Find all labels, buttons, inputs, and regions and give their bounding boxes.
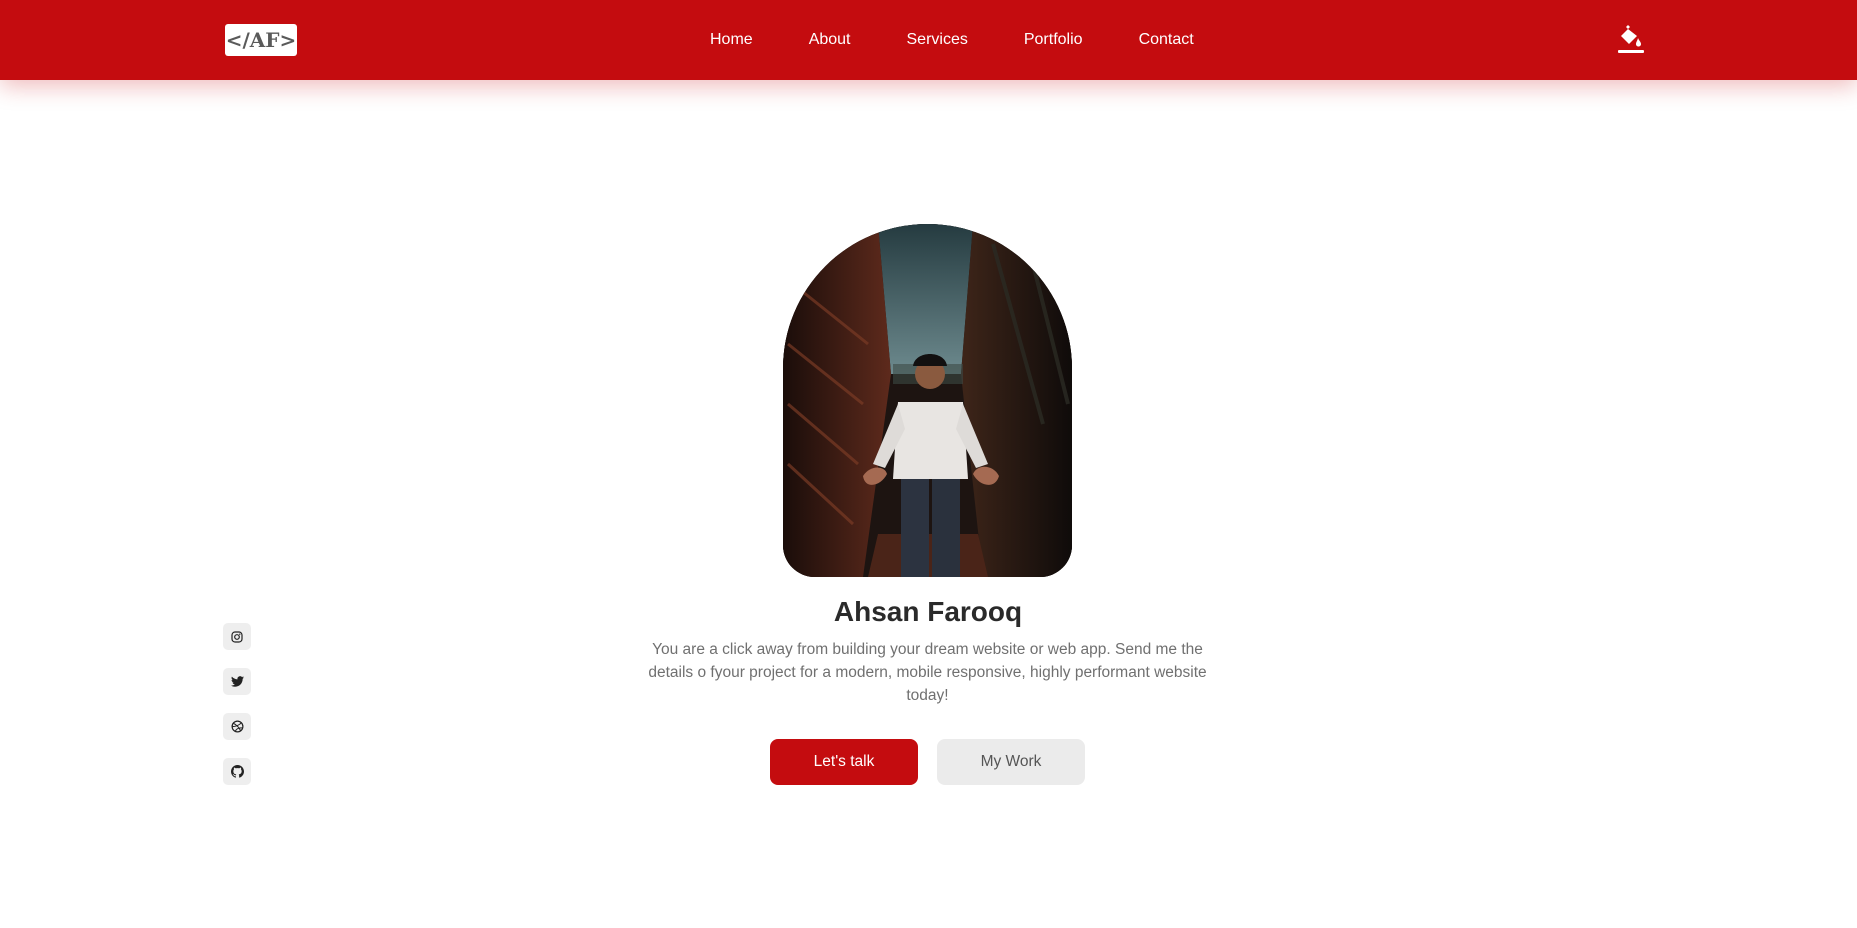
paint-bucket-icon bbox=[1618, 25, 1644, 53]
theme-toggle-button[interactable] bbox=[1616, 24, 1646, 56]
nav-link-contact[interactable]: Contact bbox=[1139, 31, 1194, 49]
nav-link-portfolio[interactable]: Portfolio bbox=[1024, 31, 1083, 49]
profile-photo-image bbox=[783, 224, 1072, 577]
hero-description: You are a click away from building your … bbox=[648, 641, 1207, 704]
my-work-button[interactable]: My Work bbox=[937, 739, 1085, 785]
instagram-icon bbox=[231, 630, 243, 643]
github-icon bbox=[230, 765, 244, 778]
twitter-icon bbox=[230, 676, 244, 687]
github-link[interactable] bbox=[223, 758, 251, 785]
lets-talk-button[interactable]: Let's talk bbox=[770, 739, 918, 785]
twitter-link[interactable] bbox=[223, 668, 251, 695]
profile-photo bbox=[783, 224, 1072, 577]
instagram-link[interactable] bbox=[223, 623, 251, 650]
nav-link-home[interactable]: Home bbox=[710, 31, 753, 49]
logo[interactable]: </AF> bbox=[225, 24, 297, 56]
dribbble-link[interactable] bbox=[223, 713, 251, 740]
nav-link-services[interactable]: Services bbox=[907, 31, 968, 49]
dribbble-icon bbox=[231, 720, 243, 733]
social-links bbox=[223, 623, 251, 803]
nav-link-about[interactable]: About bbox=[809, 31, 851, 49]
hero-name: Ahsan Farooq bbox=[833, 596, 1023, 627]
nav-menu: Home About Services Portfolio Contact bbox=[710, 0, 1194, 80]
navbar: </AF> Home About Services Portfolio Cont… bbox=[0, 0, 1857, 80]
